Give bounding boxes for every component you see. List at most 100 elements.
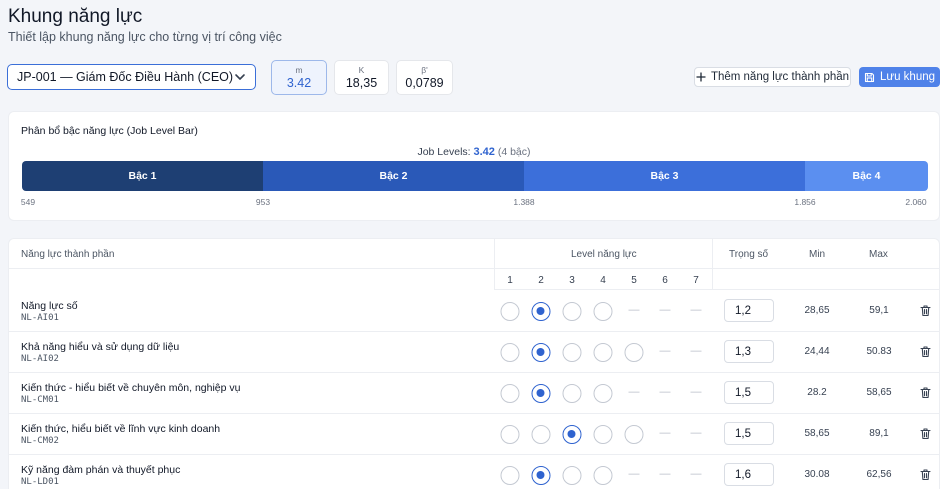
level-segment-label: Bậc 2 bbox=[379, 170, 408, 182]
min-value: 58,65 bbox=[804, 428, 830, 439]
save-framework-button[interactable]: Lưu khung bbox=[859, 67, 940, 87]
level-unavailable: — bbox=[659, 468, 671, 480]
competency-code: NL-AI01 bbox=[21, 313, 59, 323]
competency-code: NL-CM01 bbox=[21, 395, 59, 405]
level-radio-2[interactable] bbox=[531, 384, 551, 403]
job-level-bar: Bậc 1 Bậc 2 Bậc 3 Bậc 4 bbox=[22, 161, 928, 191]
metric-beta-value: 0,0789 bbox=[405, 75, 444, 90]
table-row: Kiến thức - hiểu biết về chuyên môn, ngh… bbox=[9, 373, 939, 414]
level-number: 4 bbox=[600, 275, 606, 286]
level-tick: 2.060 bbox=[905, 197, 927, 207]
competency-name: Kỹ năng đàm phán và thuyết phục bbox=[21, 464, 181, 476]
level-number: 3 bbox=[569, 275, 575, 286]
header-level: Level năng lực bbox=[571, 249, 637, 260]
competency-name: Kiến thức, hiểu biết về lĩnh vực kinh do… bbox=[21, 423, 221, 435]
level-segment-3: Bậc 3 bbox=[524, 161, 805, 191]
level-radio-5[interactable] bbox=[624, 425, 644, 444]
level-radio-1[interactable] bbox=[500, 425, 520, 444]
add-competency-button[interactable]: Thêm năng lực thành phần bbox=[694, 67, 851, 87]
level-radio-4[interactable] bbox=[593, 384, 613, 403]
level-radio-3[interactable] bbox=[562, 302, 582, 321]
level-radio-4[interactable] bbox=[593, 302, 613, 321]
header-min: Min bbox=[809, 249, 826, 260]
level-segment-label: Bậc 1 bbox=[128, 170, 157, 182]
level-radio-1[interactable] bbox=[500, 343, 520, 362]
weight-value: 1,2 bbox=[735, 304, 751, 317]
level-tick: 1.388 bbox=[513, 197, 535, 207]
level-radio-1[interactable] bbox=[500, 384, 520, 403]
weight-input[interactable]: 1,2 bbox=[724, 299, 774, 322]
weight-value: 1,5 bbox=[735, 427, 751, 440]
level-radio-2[interactable] bbox=[531, 425, 551, 444]
level-radio-3[interactable] bbox=[562, 466, 582, 485]
max-value: 58,65 bbox=[866, 387, 892, 398]
level-radio-4[interactable] bbox=[593, 466, 613, 485]
weight-input[interactable]: 1,5 bbox=[724, 381, 774, 404]
trash-icon[interactable] bbox=[919, 427, 932, 440]
max-value: 89,1 bbox=[869, 428, 889, 439]
level-tick: 549 bbox=[20, 197, 36, 207]
metric-beta-label: β' bbox=[421, 64, 428, 75]
level-unavailable: — bbox=[628, 386, 640, 398]
weight-value: 1,5 bbox=[735, 386, 751, 399]
weight-value: 1,3 bbox=[735, 345, 751, 358]
job-level-bar-title: Phân bổ bậc năng lực (Job Level Bar) bbox=[21, 125, 198, 137]
level-segment-label: Bậc 3 bbox=[650, 170, 679, 182]
header-competency: Năng lực thành phần bbox=[21, 249, 115, 260]
table-row: Kiến thức, hiểu biết về lĩnh vực kinh do… bbox=[9, 414, 939, 455]
level-radio-2[interactable] bbox=[531, 466, 551, 485]
column-divider bbox=[712, 239, 713, 290]
metric-k: K 18,35 bbox=[334, 60, 389, 95]
level-unavailable: — bbox=[690, 468, 702, 480]
column-divider bbox=[494, 239, 495, 290]
job-levels-caption-prefix: Job Levels: bbox=[417, 146, 471, 158]
weight-input[interactable]: 1,6 bbox=[724, 463, 774, 486]
level-radio-1[interactable] bbox=[500, 302, 520, 321]
level-unavailable: — bbox=[690, 386, 702, 398]
level-radio-1[interactable] bbox=[500, 466, 520, 485]
job-level-bar-card: Phân bổ bậc năng lực (Job Level Bar) Job… bbox=[8, 111, 940, 221]
metric-beta: β' 0,0789 bbox=[396, 60, 453, 95]
weight-input[interactable]: 1,5 bbox=[724, 422, 774, 445]
level-number: 1 bbox=[507, 275, 513, 286]
level-radio-3[interactable] bbox=[562, 384, 582, 403]
table-subheader bbox=[494, 269, 939, 290]
weight-input[interactable]: 1,3 bbox=[724, 340, 774, 363]
level-unavailable: — bbox=[690, 304, 702, 316]
job-levels-caption: Job Levels: 3.42 (4 bậc) bbox=[9, 146, 939, 158]
trash-icon[interactable] bbox=[919, 345, 932, 358]
level-radio-2[interactable] bbox=[531, 343, 551, 362]
level-radio-3[interactable] bbox=[562, 343, 582, 362]
level-unavailable: — bbox=[659, 304, 671, 316]
level-segment-2: Bậc 2 bbox=[263, 161, 524, 191]
level-unavailable: — bbox=[690, 427, 702, 439]
table-header bbox=[9, 239, 939, 269]
job-position-select[interactable]: JP-001 — Giám Đốc Điều Hành (CEO) bbox=[7, 64, 256, 90]
page-title: Khung năng lực bbox=[8, 6, 143, 27]
max-value: 62,56 bbox=[866, 469, 892, 480]
header-weight: Trọng số bbox=[729, 249, 769, 260]
metric-m[interactable]: m 3.42 bbox=[271, 60, 327, 95]
job-position-value: JP-001 — Giám Đốc Điều Hành (CEO) bbox=[17, 70, 234, 84]
level-radio-5[interactable] bbox=[624, 343, 644, 362]
trash-icon[interactable] bbox=[919, 304, 932, 317]
level-radio-2[interactable] bbox=[531, 302, 551, 321]
competency-code: NL-AI02 bbox=[21, 354, 59, 364]
min-value: 28.2 bbox=[807, 387, 827, 398]
trash-icon[interactable] bbox=[919, 386, 932, 399]
metric-k-value: 18,35 bbox=[345, 75, 378, 90]
level-radio-3[interactable] bbox=[562, 425, 582, 444]
level-number: 7 bbox=[693, 275, 699, 286]
trash-icon[interactable] bbox=[919, 468, 932, 481]
competency-name: Năng lực số bbox=[21, 300, 78, 312]
table-row: Năng lực số NL-AI01 — — — 1,2 28,65 59,1 bbox=[9, 291, 939, 332]
save-icon bbox=[864, 72, 875, 82]
level-number: 6 bbox=[662, 275, 668, 286]
level-tick: 1.856 bbox=[794, 197, 816, 207]
save-framework-label: Lưu khung bbox=[879, 71, 936, 83]
min-value: 24,44 bbox=[804, 346, 830, 357]
level-radio-4[interactable] bbox=[593, 425, 613, 444]
competency-code: NL-CM02 bbox=[21, 436, 59, 446]
max-value: 50.83 bbox=[866, 346, 892, 357]
level-radio-4[interactable] bbox=[593, 343, 613, 362]
